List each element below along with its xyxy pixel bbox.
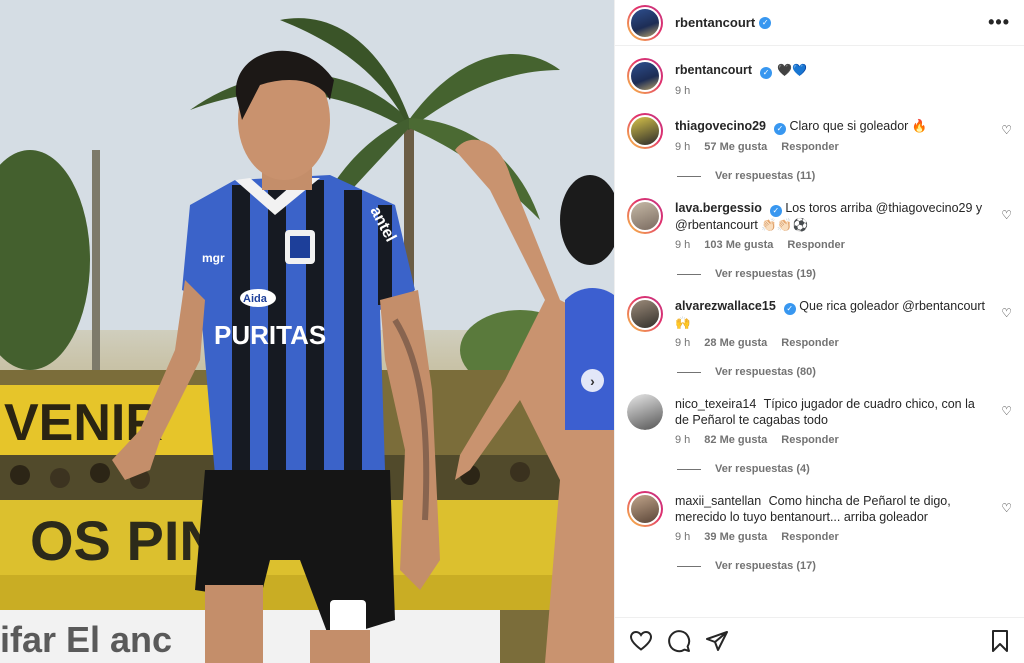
heart-icon[interactable]: ♡ [1001, 306, 1012, 320]
caption-text: 🖤💙 [777, 63, 807, 77]
author-avatar[interactable] [627, 4, 663, 41]
comment-username[interactable]: lava.bergessio [675, 201, 762, 215]
reply-button[interactable]: Responder [781, 531, 838, 543]
verified-badge-icon: ✓ [783, 303, 796, 315]
board-text: ifar El anc [0, 619, 172, 660]
comment-item: lava.bergessio ✓ Los toros arriba @thiago… [627, 198, 1012, 280]
view-replies-button[interactable]: Ver respuestas (80) [675, 366, 990, 378]
more-options-icon[interactable]: ••• [988, 12, 1010, 33]
verified-badge-icon: ✓ [760, 67, 773, 79]
comment-time[interactable]: 9 h [675, 239, 690, 251]
comment-likes[interactable]: 39 Me gusta [704, 531, 767, 543]
second-player-shirt [565, 288, 614, 430]
instagram-post-modal: VENIR OS PIN ifar El anc PURITAS Aida mg… [0, 0, 1024, 663]
commenter-avatar[interactable] [627, 491, 663, 527]
commenter-avatar[interactable] [627, 296, 663, 332]
commenter-avatar[interactable] [627, 113, 663, 149]
view-replies-button[interactable]: Ver respuestas (19) [675, 268, 990, 280]
comment-item: nico_texeira14 Típico jugador de cuadro … [627, 394, 1012, 475]
comment-likes[interactable]: 57 Me gusta [704, 141, 767, 153]
comment-likes[interactable]: 103 Me gusta [704, 239, 773, 251]
bookmark-save-icon[interactable] [988, 629, 1012, 653]
comment-item: thiagovecino29 ✓ Claro que si goleador 🔥 … [627, 113, 1012, 182]
verified-badge-icon: ✓ [769, 205, 782, 217]
commenter-avatar[interactable] [627, 394, 663, 430]
comment-time[interactable]: 9 h [675, 337, 690, 349]
photo-illustration: VENIR OS PIN ifar El anc PURITAS Aida mg… [0, 0, 614, 663]
right-leg [310, 630, 370, 663]
reply-button[interactable]: Responder [781, 434, 838, 446]
heart-icon[interactable]: ♡ [1001, 404, 1012, 418]
next-photo-button[interactable]: › [581, 369, 604, 392]
jersey-sponsor: PURITAS [214, 320, 326, 350]
jersey-sponsor-2: Aida [243, 293, 268, 305]
kit-brand: mgr [202, 251, 225, 265]
comment-bubble-icon[interactable] [667, 629, 691, 653]
post-side-panel: rbentancourt ✓ ••• rbentancourt ✓ 🖤💙 9 h t… [614, 0, 1024, 663]
verified-badge-icon: ✓ [774, 123, 786, 135]
post-photo[interactable]: VENIR OS PIN ifar El anc PURITAS Aida mg… [0, 0, 614, 663]
view-replies-label: Ver respuestas (4) [715, 463, 810, 475]
view-replies-button[interactable]: Ver respuestas (4) [675, 463, 990, 475]
author-username[interactable]: rbentancourt [675, 15, 755, 30]
view-replies-label: Ver respuestas (80) [715, 366, 816, 378]
comment-text: Claro que si goleador 🔥 [789, 119, 928, 133]
utility-pole [92, 150, 100, 380]
post-header: rbentancourt ✓ ••• [615, 0, 1024, 46]
commenter-avatar[interactable] [627, 198, 663, 234]
comment-username[interactable]: maxii_santellan [675, 494, 761, 508]
reply-button[interactable]: Responder [787, 239, 844, 251]
caption-username[interactable]: rbentancourt [675, 63, 752, 77]
comment-item: maxii_santellan Como hincha de Peñarol t… [627, 491, 1012, 572]
comment-username[interactable]: alvarezwallace15 [675, 299, 776, 313]
verified-badge-icon: ✓ [759, 16, 772, 29]
caption-avatar[interactable] [627, 58, 663, 94]
comment-likes[interactable]: 28 Me gusta [704, 337, 767, 349]
like-heart-icon[interactable] [629, 629, 653, 653]
comment-item: alvarezwallace15 ✓ Que rica goleador @rbe… [627, 296, 1012, 378]
banner-text-mid: OS PIN [30, 509, 220, 572]
heart-icon[interactable]: ♡ [1001, 123, 1012, 137]
comments-list: rbentancourt ✓ 🖤💙 9 h thiagovecino29 ✓ Clar… [615, 46, 1024, 617]
comment-time[interactable]: 9 h [675, 141, 690, 153]
caption-time[interactable]: 9 h [675, 85, 690, 97]
reply-button[interactable]: Responder [781, 337, 838, 349]
comment-likes[interactable]: 82 Me gusta [704, 434, 767, 446]
post-actions-bar [615, 617, 1024, 663]
chevron-right-icon: › [590, 372, 595, 389]
heart-icon[interactable]: ♡ [1001, 501, 1012, 515]
comment-time[interactable]: 9 h [675, 434, 690, 446]
reply-button[interactable]: Responder [781, 141, 838, 153]
view-replies-label: Ver respuestas (17) [715, 560, 816, 572]
comment-time[interactable]: 9 h [675, 531, 690, 543]
share-send-icon[interactable] [705, 629, 729, 653]
view-replies-button[interactable]: Ver respuestas (11) [675, 170, 990, 182]
view-replies-label: Ver respuestas (11) [715, 170, 816, 182]
view-replies-label: Ver respuestas (19) [715, 268, 816, 280]
comment-username[interactable]: thiagovecino29 [675, 119, 766, 133]
heart-icon[interactable]: ♡ [1001, 208, 1012, 222]
post-caption: rbentancourt ✓ 🖤💙 9 h [627, 58, 1012, 97]
view-replies-button[interactable]: Ver respuestas (17) [675, 560, 990, 572]
comment-username[interactable]: nico_texeira14 [675, 397, 756, 411]
left-leg [205, 585, 263, 663]
